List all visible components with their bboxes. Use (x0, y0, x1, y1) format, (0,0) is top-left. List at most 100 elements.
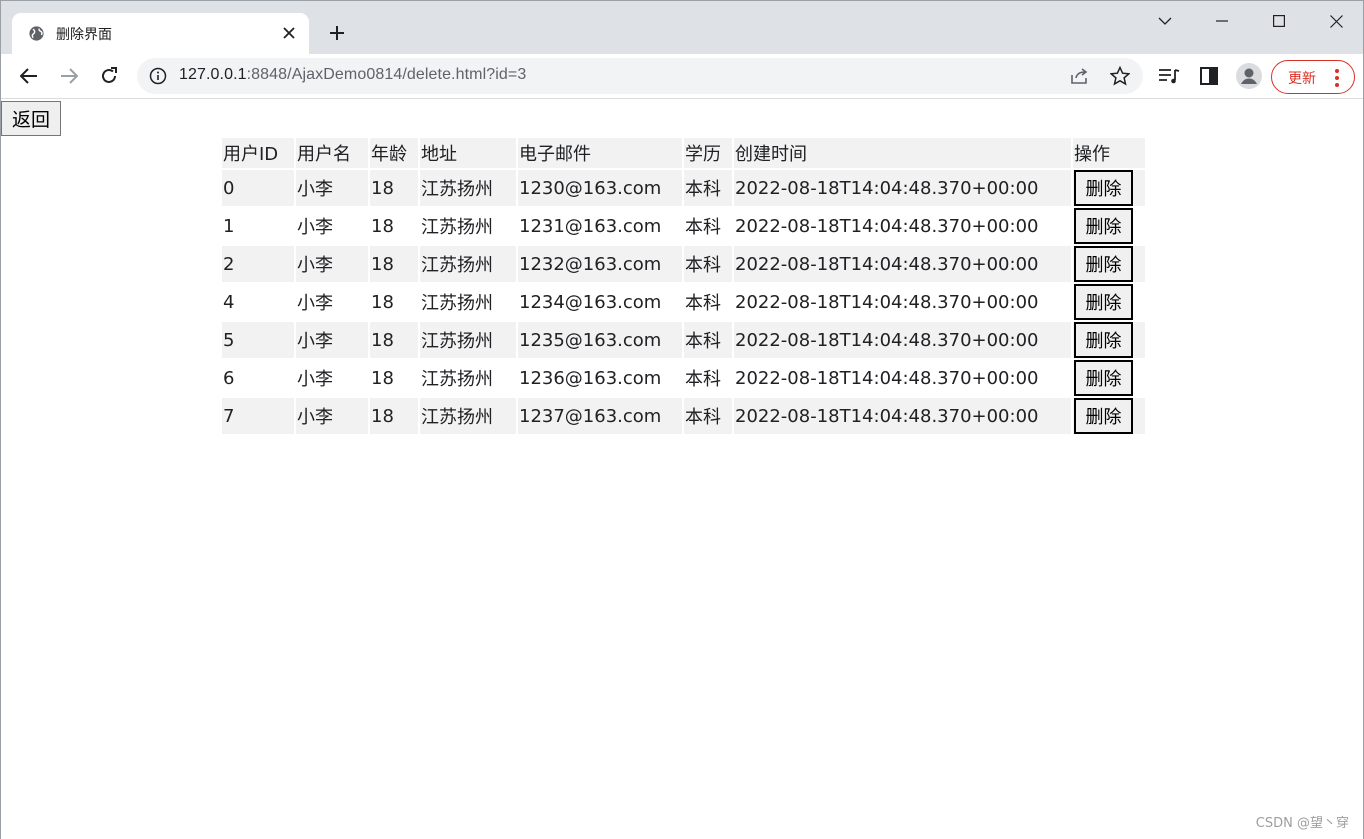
header-user-id: 用户ID (223, 144, 279, 165)
cell-age: 18 (371, 215, 394, 237)
delete-button[interactable]: 删除 (1074, 284, 1133, 320)
cell-operation: 删除 (1073, 208, 1145, 244)
update-label: 更新 (1288, 71, 1316, 87)
tab-strip: 删除界面 (1, 1, 1363, 54)
cell-age: 18 (371, 177, 394, 199)
header-username: 用户名 (297, 144, 351, 165)
reading-list-icon[interactable] (1153, 60, 1185, 92)
tab-title: 删除界面 (56, 27, 112, 43)
cell-education: 本科 (685, 293, 721, 314)
cell-address: 江苏扬州 (421, 331, 493, 352)
delete-button[interactable]: 删除 (1074, 208, 1133, 244)
cell-address: 江苏扬州 (421, 369, 493, 390)
cell-age: 18 (371, 405, 394, 427)
page-content: 返回 用户ID 用户名 年龄 地址 电子邮件 学历 创建时间 操作 0 小李 1… (1, 99, 1363, 839)
url-path: :8848/AjaxDemo0814/delete.html?id=3 (246, 66, 527, 83)
more-menu-icon[interactable] (1334, 68, 1340, 88)
cell-email: 1235@163.com (519, 329, 662, 351)
cell-username: 小李 (297, 293, 333, 314)
cell-operation: 删除 (1073, 246, 1145, 282)
delete-button[interactable]: 删除 (1074, 246, 1133, 282)
maximize-icon[interactable] (1251, 1, 1307, 41)
cell-address: 江苏扬州 (421, 179, 493, 200)
table-row: 2 小李 18 江苏扬州 1232@163.com 本科 2022-08-18T… (222, 246, 1145, 282)
update-button[interactable]: 更新 (1271, 60, 1355, 94)
close-window-icon[interactable] (1308, 1, 1364, 41)
cell-age: 18 (371, 329, 394, 351)
cell-username: 小李 (297, 407, 333, 428)
table-row: 4 小李 18 江苏扬州 1234@163.com 本科 2022-08-18T… (222, 284, 1145, 320)
cell-username: 小李 (297, 217, 333, 238)
cell-created-time: 2022-08-18T14:04:48.370+00:00 (735, 329, 1039, 351)
table-row: 6 小李 18 江苏扬州 1236@163.com 本科 2022-08-18T… (222, 360, 1145, 396)
cell-education: 本科 (685, 369, 721, 390)
cell-user-id: 5 (223, 329, 235, 351)
side-panel-icon[interactable] (1193, 60, 1225, 92)
table-header-row: 用户ID 用户名 年龄 地址 电子邮件 学历 创建时间 操作 (222, 138, 1145, 168)
cell-email: 1232@163.com (519, 253, 662, 275)
cell-education: 本科 (685, 407, 721, 428)
delete-button[interactable]: 删除 (1074, 398, 1133, 434)
cell-username: 小李 (297, 255, 333, 276)
header-created-time: 创建时间 (735, 144, 807, 165)
cell-email: 1231@163.com (519, 215, 662, 237)
cell-address: 江苏扬州 (421, 255, 493, 276)
cell-education: 本科 (685, 331, 721, 352)
browser-window: 删除界面 127.0.0.1:8848/AjaxDemo0814/delete.… (0, 0, 1364, 839)
header-education: 学历 (685, 144, 721, 165)
site-info-icon[interactable] (149, 67, 167, 85)
cell-email: 1236@163.com (519, 367, 662, 389)
profile-avatar-icon[interactable] (1233, 60, 1265, 92)
cell-username: 小李 (297, 179, 333, 200)
back-arrow-icon[interactable] (13, 60, 45, 92)
cell-email: 1234@163.com (519, 291, 662, 313)
cell-user-id: 1 (223, 215, 235, 237)
cell-address: 江苏扬州 (421, 407, 493, 428)
cell-email: 1237@163.com (519, 405, 662, 427)
table-row: 0 小李 18 江苏扬州 1230@163.com 本科 2022-08-18T… (222, 170, 1145, 206)
cell-created-time: 2022-08-18T14:04:48.370+00:00 (735, 405, 1039, 427)
cell-created-time: 2022-08-18T14:04:48.370+00:00 (735, 177, 1039, 199)
minimize-icon[interactable] (1194, 1, 1250, 41)
cell-user-id: 7 (223, 405, 235, 427)
browser-toolbar: 127.0.0.1:8848/AjaxDemo0814/delete.html?… (1, 54, 1363, 99)
delete-button[interactable]: 删除 (1074, 360, 1133, 396)
browser-tab[interactable]: 删除界面 (12, 13, 309, 54)
cell-username: 小李 (297, 331, 333, 352)
close-tab-icon[interactable] (280, 24, 298, 42)
cell-created-time: 2022-08-18T14:04:48.370+00:00 (735, 291, 1039, 313)
forward-arrow-icon[interactable] (53, 60, 85, 92)
cell-user-id: 6 (223, 367, 235, 389)
new-tab-icon[interactable] (323, 19, 351, 47)
cell-education: 本科 (685, 255, 721, 276)
cell-operation: 删除 (1073, 322, 1145, 358)
cell-operation: 删除 (1073, 398, 1145, 434)
cell-operation: 删除 (1073, 170, 1145, 206)
table-row: 1 小李 18 江苏扬州 1231@163.com 本科 2022-08-18T… (222, 208, 1145, 244)
globe-icon (29, 26, 44, 41)
header-email: 电子邮件 (519, 144, 591, 165)
cell-operation: 删除 (1073, 360, 1145, 396)
bookmark-star-icon[interactable] (1106, 62, 1134, 90)
delete-button[interactable]: 删除 (1074, 322, 1133, 358)
table-row: 7 小李 18 江苏扬州 1237@163.com 本科 2022-08-18T… (222, 398, 1145, 434)
back-button[interactable]: 返回 (1, 101, 61, 136)
cell-created-time: 2022-08-18T14:04:48.370+00:00 (735, 367, 1039, 389)
cell-age: 18 (371, 253, 394, 275)
cell-user-id: 0 (223, 177, 235, 199)
table-row: 5 小李 18 江苏扬州 1235@163.com 本科 2022-08-18T… (222, 322, 1145, 358)
tab-search-chevron-icon[interactable] (1137, 1, 1193, 41)
cell-age: 18 (371, 291, 394, 313)
delete-button[interactable]: 删除 (1074, 170, 1133, 206)
reload-icon[interactable] (93, 60, 125, 92)
cell-address: 江苏扬州 (421, 293, 493, 314)
cell-created-time: 2022-08-18T14:04:48.370+00:00 (735, 215, 1039, 237)
cell-email: 1230@163.com (519, 177, 662, 199)
watermark: CSDN @望丶穿 (1255, 816, 1349, 831)
cell-user-id: 2 (223, 253, 235, 275)
share-icon[interactable] (1066, 62, 1094, 90)
url-text[interactable]: 127.0.0.1:8848/AjaxDemo0814/delete.html?… (179, 66, 526, 84)
address-bar[interactable]: 127.0.0.1:8848/AjaxDemo0814/delete.html?… (137, 58, 1143, 94)
cell-username: 小李 (297, 369, 333, 390)
cell-address: 江苏扬州 (421, 217, 493, 238)
